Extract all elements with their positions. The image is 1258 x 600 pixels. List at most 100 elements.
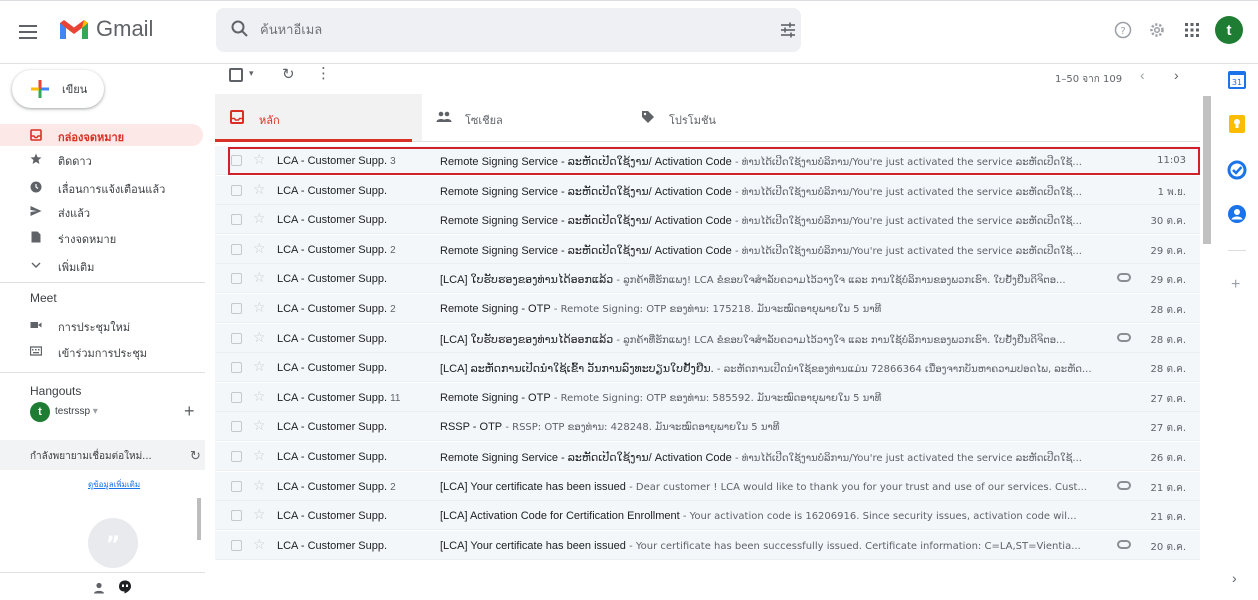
email-row[interactable]: ☆ LCA - Customer Supp. Remote Signing Se…	[215, 205, 1200, 234]
settings-gear-icon[interactable]	[1147, 20, 1167, 40]
star-icon[interactable]: ☆	[253, 358, 266, 375]
more-options-icon[interactable]: ⋮	[316, 64, 331, 82]
expand-panel-icon[interactable]: ›	[1232, 570, 1237, 586]
email-row[interactable]: ☆ LCA - Customer Supp. Remote Signing Se…	[215, 442, 1200, 471]
star-icon[interactable]: ☆	[253, 299, 266, 316]
tab-primary[interactable]: หลัก	[215, 94, 422, 142]
star-icon[interactable]: ☆	[253, 536, 266, 553]
star-icon[interactable]: ☆	[253, 240, 266, 257]
star-icon[interactable]: ☆	[253, 181, 266, 198]
email-sender: LCA - Customer Supp.	[277, 303, 388, 315]
email-snippet-sep: -	[613, 335, 624, 346]
main-menu-icon[interactable]	[16, 20, 40, 44]
hangouts-avatar[interactable]: t	[30, 402, 50, 422]
list-scrollbar[interactable]	[1200, 94, 1214, 600]
hangouts-scrollbar[interactable]	[197, 498, 201, 540]
refresh-icon[interactable]: ↻	[282, 65, 295, 83]
star-icon[interactable]: ☆	[253, 269, 266, 286]
row-checkbox[interactable]	[231, 333, 242, 344]
hangouts-user[interactable]: testrssp ▾	[55, 406, 98, 417]
search-icon[interactable]	[230, 19, 250, 39]
star-icon[interactable]: ☆	[253, 417, 266, 434]
email-row[interactable]: ☆ LCA - Customer Supp. 11 Remote Signing …	[215, 383, 1200, 412]
email-row[interactable]: ☆ LCA - Customer Supp. [LCA] Activation …	[215, 501, 1200, 530]
compose-button[interactable]: เขียน	[12, 70, 104, 108]
row-checkbox[interactable]	[231, 185, 242, 196]
prev-page-icon[interactable]: ‹	[1140, 67, 1145, 83]
email-row[interactable]: ☆ LCA - Customer Supp. 3 Remote Signing S…	[215, 146, 1200, 175]
nav-item-sent[interactable]: ส่งแล้ว	[0, 200, 203, 222]
email-row[interactable]: ☆ LCA - Customer Supp. [LCA] ລະຫັດການເປີ…	[215, 353, 1200, 382]
scrollbar-thumb[interactable]	[1203, 96, 1211, 244]
row-checkbox[interactable]	[231, 155, 242, 166]
meet-join-meeting[interactable]: เข้าร่วมการประชุม	[0, 340, 203, 362]
row-checkbox[interactable]	[231, 214, 242, 225]
email-row[interactable]: ☆ LCA - Customer Supp. 2 [LCA] Your certi…	[215, 472, 1200, 501]
email-row[interactable]: ☆ LCA - Customer Supp. [LCA] ໃບຮັບຮອງຂອງ…	[215, 264, 1200, 293]
account-avatar[interactable]: t	[1215, 16, 1243, 44]
email-sender-cell: LCA - Customer Supp.	[277, 185, 390, 197]
row-checkbox[interactable]	[231, 392, 242, 403]
email-row[interactable]: ☆ LCA - Customer Supp. 2 Remote Signing -…	[215, 294, 1200, 323]
star-icon[interactable]: ☆	[253, 210, 266, 227]
next-page-icon[interactable]: ›	[1174, 67, 1179, 83]
email-content: [LCA] Your certificate has been issued -…	[440, 481, 1106, 493]
select-dropdown-icon[interactable]: ▾	[249, 68, 254, 79]
email-row[interactable]: ☆ LCA - Customer Supp. Remote Signing Se…	[215, 176, 1200, 205]
quote-icon: ”	[106, 533, 120, 558]
more-info-link[interactable]: ดูข้อมูลเพิ่มเติม	[88, 478, 140, 491]
select-all-checkbox[interactable]	[229, 68, 243, 82]
star-icon[interactable]: ☆	[253, 151, 266, 168]
row-checkbox[interactable]	[231, 510, 242, 521]
row-checkbox[interactable]	[231, 303, 242, 314]
hangouts-chat-icon[interactable]	[117, 579, 133, 595]
tasks-icon[interactable]	[1227, 160, 1247, 180]
nav-item-inbox[interactable]: กล่องจดหมาย	[0, 124, 203, 146]
search-options-icon[interactable]	[779, 21, 797, 39]
gmail-logo[interactable]: Gmail	[58, 16, 153, 42]
star-icon[interactable]: ☆	[253, 388, 266, 405]
nav-item-more[interactable]: เพิ่มเติม	[0, 254, 203, 276]
hangouts-title: Hangouts	[30, 384, 82, 398]
row-checkbox[interactable]	[231, 481, 242, 492]
tab-label: โซเชียล	[465, 114, 503, 127]
search-input[interactable]	[260, 8, 740, 52]
email-snippet-sep: -	[731, 216, 742, 227]
add-contact-icon[interactable]: +	[184, 401, 195, 422]
contacts-person-icon[interactable]	[92, 581, 106, 595]
email-row[interactable]: ☆ LCA - Customer Supp. [LCA] ໃບຮັບຮອງຂອງ…	[215, 324, 1200, 353]
star-icon[interactable]: ☆	[253, 447, 266, 464]
calendar-icon[interactable]: 31	[1227, 70, 1247, 90]
nav-item-snoozed[interactable]: เลื่อนการแจ้งเตือนแล้ว	[0, 176, 203, 198]
row-checkbox[interactable]	[231, 451, 242, 462]
star-icon[interactable]: ☆	[253, 477, 266, 494]
row-checkbox[interactable]	[231, 540, 242, 551]
attachment-icon[interactable]	[1117, 481, 1131, 490]
email-sender: LCA - Customer Supp.	[277, 155, 388, 167]
keep-icon[interactable]	[1227, 114, 1247, 134]
meet-new-meeting[interactable]: การประชุมใหม่	[0, 314, 203, 336]
apps-grid-icon[interactable]	[1182, 20, 1202, 40]
attachment-icon[interactable]	[1117, 273, 1131, 282]
email-row[interactable]: ☆ LCA - Customer Supp. 2 Remote Signing S…	[215, 235, 1200, 264]
star-icon[interactable]: ☆	[253, 329, 266, 346]
row-checkbox[interactable]	[231, 362, 242, 373]
contacts-icon[interactable]	[1227, 204, 1247, 224]
clock-icon	[30, 181, 42, 193]
row-checkbox[interactable]	[231, 273, 242, 284]
star-icon[interactable]: ☆	[253, 506, 266, 523]
tab-social[interactable]: โซเชียล	[422, 94, 629, 141]
email-date: 26 ต.ค.	[1150, 453, 1186, 464]
add-addon-icon[interactable]: +	[1231, 276, 1240, 294]
row-checkbox[interactable]	[231, 421, 242, 432]
attachment-icon[interactable]	[1117, 540, 1131, 549]
refresh-icon[interactable]: ↻	[190, 448, 201, 464]
email-row[interactable]: ☆ LCA - Customer Supp. RSSP - OTP - RSSP…	[215, 412, 1200, 441]
nav-item-starred[interactable]: ติดดาว	[0, 148, 203, 170]
nav-item-drafts[interactable]: ร่างจดหมาย	[0, 226, 203, 248]
email-row[interactable]: ☆ LCA - Customer Supp. [LCA] Your certif…	[215, 531, 1200, 560]
help-icon[interactable]: ?	[1113, 20, 1133, 40]
tab-promotions[interactable]: โปรโมชัน	[629, 94, 836, 141]
row-checkbox[interactable]	[231, 244, 242, 255]
attachment-icon[interactable]	[1117, 333, 1131, 342]
